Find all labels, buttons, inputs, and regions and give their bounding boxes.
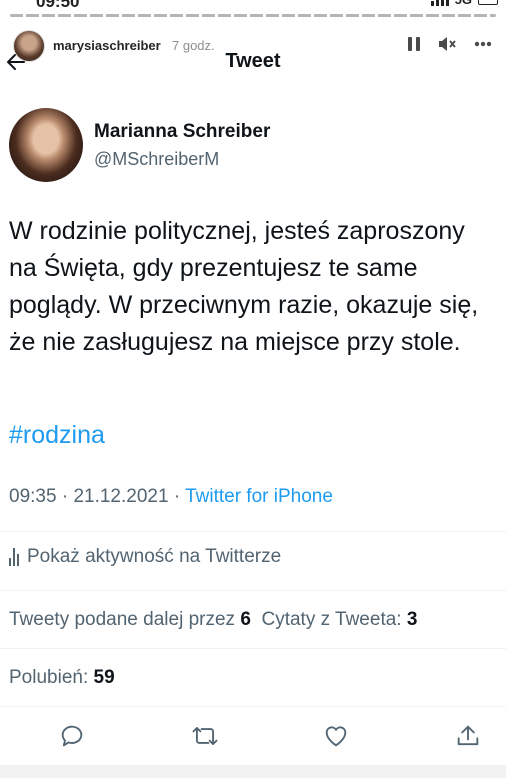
status-time: 09:50: [36, 0, 80, 11]
retweets-label: Tweety podane dalej przez: [9, 609, 236, 630]
bottom-bar: [0, 765, 506, 778]
divider: [0, 706, 506, 707]
retweets-count: 6: [240, 609, 251, 630]
author-handle[interactable]: @MSchreiberM: [94, 149, 219, 170]
likes-count: 59: [93, 667, 115, 688]
page-title: Tweet: [225, 50, 281, 72]
tweet-source-link[interactable]: Twitter for iPhone: [185, 486, 333, 507]
tweet-text: W rodzinie politycznej, jesteś zaproszon…: [9, 217, 479, 356]
meta-separator: ·: [61, 486, 69, 507]
retweets-stat[interactable]: Tweety podane dalej przez 6: [9, 609, 251, 630]
author-name[interactable]: Marianna Schreiber: [94, 121, 270, 143]
retweet-icon[interactable]: [190, 722, 220, 752]
author-avatar[interactable]: [9, 108, 83, 182]
quotes-label: Cytaty z Tweeta:: [261, 609, 402, 630]
pause-icon[interactable]: [408, 37, 420, 51]
divider: [0, 590, 506, 591]
tweet-timestamp: 09:35 · 21.12.2021 · Twitter for iPhone: [9, 486, 333, 508]
tweet-time: 09:35: [9, 486, 57, 507]
meta-separator: ·: [173, 486, 181, 507]
heart-icon[interactable]: [322, 722, 352, 752]
reply-icon[interactable]: [58, 722, 88, 752]
battery-icon: [478, 0, 498, 5]
more-options-icon[interactable]: [474, 41, 492, 47]
tweet-date: 21.12.2021: [73, 486, 169, 507]
divider: [0, 648, 506, 649]
status-bar: 09:50 5G: [0, 0, 506, 11]
engagement-stats: Tweety podane dalej przez 6 Cytaty z Twe…: [9, 609, 417, 631]
likes-stat[interactable]: Polubień: 59: [9, 667, 115, 689]
signal-icon: [430, 0, 449, 6]
status-indicators: 5G: [430, 0, 498, 7]
tweet-hashtag[interactable]: #rodzina: [9, 417, 105, 454]
tweet-actions: [0, 722, 506, 754]
likes-label: Polubień:: [9, 667, 89, 688]
network-label: 5G: [455, 0, 472, 7]
quotes-stat[interactable]: Cytaty z Tweeta: 3: [261, 609, 417, 630]
activity-label: Pokaż aktywność na Twitterze: [27, 546, 282, 567]
show-activity-link[interactable]: Pokaż aktywność na Twitterze: [9, 546, 281, 568]
analytics-icon: [9, 548, 19, 566]
quotes-count: 3: [406, 609, 418, 630]
share-icon[interactable]: [454, 722, 484, 752]
divider: [0, 531, 506, 532]
story-progress-bar: [10, 14, 496, 17]
